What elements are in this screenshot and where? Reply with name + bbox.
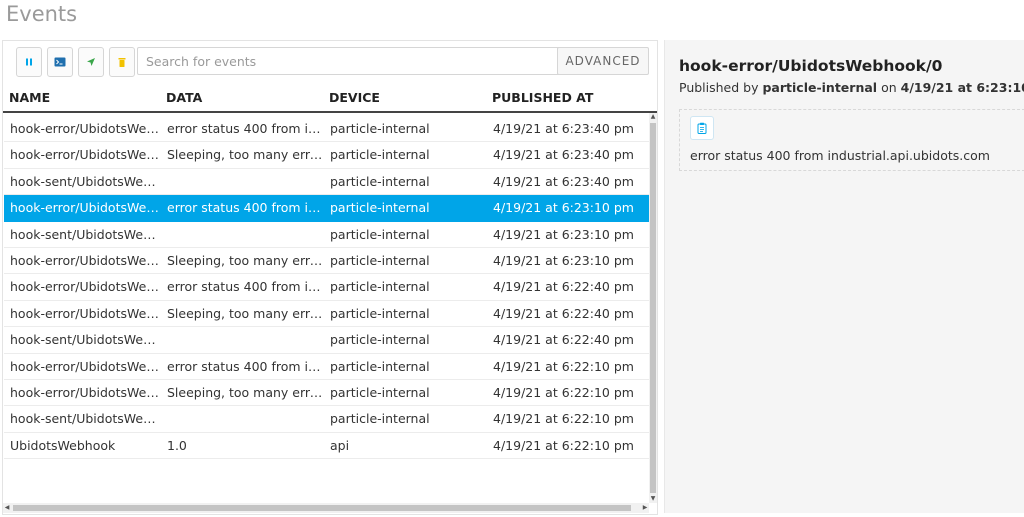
cell-published-at: 4/19/21 at 6:23:10 pm — [493, 200, 643, 215]
send-button[interactable] — [78, 47, 104, 77]
cell-data: Sleeping, too many errors, please wait a… — [167, 306, 325, 321]
table-row[interactable]: hook-error/UbidotsWebhook/0 Sleeping, too… — [4, 380, 649, 406]
cell-name: hook-error/UbidotsWebhook/0 — [10, 121, 162, 136]
cell-data: error status 400 from industrial.api.ubi… — [167, 200, 325, 215]
pause-icon — [24, 57, 34, 67]
table-row[interactable]: UbidotsWebhook 1.0 api 4/19/21 at 6:22:10 p… — [4, 433, 649, 459]
detail-published-info: Published by particle-internal on 4/19/2… — [679, 80, 1024, 95]
table-row[interactable]: hook-error/UbidotsWebhook/0 Sleeping, too… — [4, 248, 649, 274]
cell-data: Sleeping, too many errors, please wait a… — [167, 253, 325, 268]
events-list: hook-error/UbidotsWebhook/0 error status … — [4, 116, 649, 459]
table-row[interactable]: hook-sent/UbidotsWebhook particle-interna… — [4, 327, 649, 353]
scroll-left-arrow-icon[interactable]: ◀ — [3, 504, 11, 512]
cell-data: Sleeping, too many errors, please wait a… — [167, 147, 325, 162]
cell-device: particle-internal — [330, 332, 480, 347]
cell-device: particle-internal — [330, 411, 480, 426]
cell-name: UbidotsWebhook — [10, 438, 162, 453]
cell-name: hook-sent/UbidotsWebhook — [10, 227, 162, 242]
detail-data: error status 400 from industrial.api.ubi… — [690, 148, 990, 163]
cell-device: particle-internal — [330, 279, 480, 294]
cell-device: particle-internal — [330, 306, 480, 321]
copy-button[interactable] — [690, 116, 714, 140]
column-header-published-at[interactable]: PUBLISHED AT — [492, 90, 593, 105]
cell-device: particle-internal — [330, 385, 480, 400]
cell-name: hook-sent/UbidotsWebhook — [10, 411, 162, 426]
cell-published-at: 4/19/21 at 6:22:10 pm — [493, 385, 643, 400]
table-row[interactable]: hook-error/UbidotsWebhook/0 error status … — [4, 195, 649, 221]
table-header: NAME DATA DEVICE PUBLISHED AT — [3, 83, 657, 113]
cell-name: hook-sent/UbidotsWebhook — [10, 174, 162, 189]
table-row[interactable]: hook-error/UbidotsWebhook/0 error status … — [4, 354, 649, 380]
cell-name: hook-error/UbidotsWebhook/0 — [10, 279, 162, 294]
table-row[interactable]: hook-sent/UbidotsWebhook particle-interna… — [4, 169, 649, 195]
events-panel: ADVANCED NAME DATA DEVICE PUBLISHED AT h… — [2, 40, 658, 515]
column-header-data[interactable]: DATA — [166, 90, 202, 105]
cell-device: api — [330, 438, 480, 453]
vertical-scroll-thumb[interactable] — [650, 123, 656, 493]
cell-name: hook-error/UbidotsWebhook/0 — [10, 359, 162, 374]
cell-device: particle-internal — [330, 121, 480, 136]
search-input[interactable] — [137, 47, 569, 75]
cell-published-at: 4/19/21 at 6:23:10 pm — [493, 253, 643, 268]
cell-data: error status 400 from industrial.api.ubi… — [167, 359, 325, 374]
horizontal-scroll-thumb[interactable] — [13, 505, 631, 511]
table-row[interactable]: hook-error/UbidotsWebhook/0 error status … — [4, 274, 649, 300]
on-word: on — [881, 80, 897, 95]
column-header-name[interactable]: NAME — [9, 90, 50, 105]
send-icon — [86, 57, 96, 67]
clear-button[interactable] — [109, 47, 135, 77]
vertical-scrollbar[interactable]: ▲ ▼ — [649, 113, 657, 503]
cell-data: Sleeping, too many errors, please wait a… — [167, 385, 325, 400]
cell-name: hook-error/UbidotsWebhook/0 — [10, 385, 162, 400]
column-header-device[interactable]: DEVICE — [329, 90, 380, 105]
cell-device: particle-internal — [330, 147, 480, 162]
cell-name: hook-sent/UbidotsWebhook — [10, 332, 162, 347]
pause-button[interactable] — [16, 47, 42, 77]
cell-name: hook-error/UbidotsWebhook/0 — [10, 200, 162, 215]
cell-data: error status 400 from industrial.api.ubi… — [167, 279, 325, 294]
cell-published-at: 4/19/21 at 6:22:40 pm — [493, 279, 643, 294]
cell-device: particle-internal — [330, 253, 480, 268]
cell-device: particle-internal — [330, 227, 480, 242]
table-row[interactable]: hook-sent/UbidotsWebhook particle-interna… — [4, 406, 649, 432]
cell-data: 1.0 — [167, 438, 325, 453]
cell-published-at: 4/19/21 at 6:22:40 pm — [493, 306, 643, 321]
cell-published-at: 4/19/21 at 6:23:40 pm — [493, 121, 643, 136]
event-detail-panel: hook-error/UbidotsWebhook/0 Published by… — [664, 40, 1024, 513]
cell-published-at: 4/19/21 at 6:22:10 pm — [493, 438, 643, 453]
horizontal-scrollbar[interactable]: ◀ ▶ — [3, 503, 649, 513]
cell-device: particle-internal — [330, 200, 480, 215]
clipboard-icon — [697, 122, 707, 134]
scroll-up-arrow-icon[interactable]: ▲ — [649, 113, 657, 121]
detail-data-box: error status 400 from industrial.api.ubi… — [679, 109, 1024, 171]
table-row[interactable]: hook-error/UbidotsWebhook/0 Sleeping, too… — [4, 301, 649, 327]
trash-icon — [117, 57, 127, 68]
cell-published-at: 4/19/21 at 6:23:40 pm — [493, 174, 643, 189]
cell-published-at: 4/19/21 at 6:23:10 pm — [493, 227, 643, 242]
scroll-right-arrow-icon[interactable]: ▶ — [641, 504, 649, 512]
detail-title: hook-error/UbidotsWebhook/0 — [679, 57, 942, 75]
terminal-button[interactable] — [47, 47, 73, 77]
page-title: Events — [6, 2, 77, 26]
published-by: particle-internal — [762, 80, 877, 95]
table-row[interactable]: hook-sent/UbidotsWebhook particle-interna… — [4, 222, 649, 248]
table-row[interactable]: hook-error/UbidotsWebhook/0 Sleeping, too… — [4, 142, 649, 168]
cell-published-at: 4/19/21 at 6:23:40 pm — [493, 147, 643, 162]
advanced-button[interactable]: ADVANCED — [557, 47, 649, 75]
cell-name: hook-error/UbidotsWebhook/0 — [10, 253, 162, 268]
cell-device: particle-internal — [330, 174, 480, 189]
cell-device: particle-internal — [330, 359, 480, 374]
cell-name: hook-error/UbidotsWebhook/0 — [10, 147, 162, 162]
terminal-icon — [54, 57, 66, 67]
table-row[interactable]: hook-error/UbidotsWebhook/0 error status … — [4, 116, 649, 142]
cell-published-at: 4/19/21 at 6:22:10 pm — [493, 359, 643, 374]
published-at: 4/19/21 at 6:23:10 pm — [901, 80, 1024, 95]
events-toolbar: ADVANCED — [3, 41, 657, 83]
cell-published-at: 4/19/21 at 6:22:40 pm — [493, 332, 643, 347]
cell-published-at: 4/19/21 at 6:22:10 pm — [493, 411, 643, 426]
scroll-down-arrow-icon[interactable]: ▼ — [649, 495, 657, 503]
cell-name: hook-error/UbidotsWebhook/0 — [10, 306, 162, 321]
published-prefix: Published by — [679, 80, 759, 95]
cell-data: error status 400 from industrial.api.ubi… — [167, 121, 325, 136]
